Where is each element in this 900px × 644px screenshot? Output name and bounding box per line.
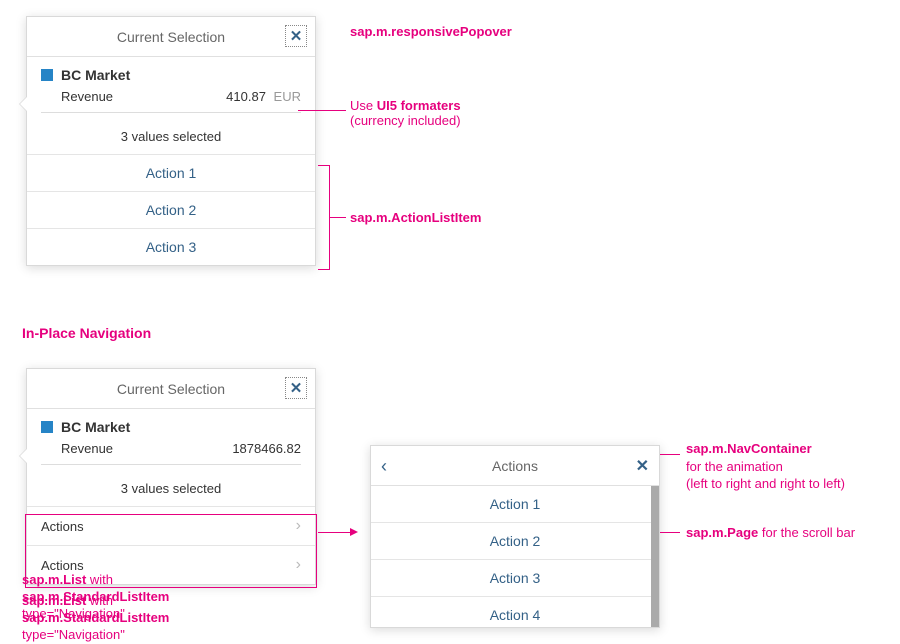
scrollbar[interactable] [651, 486, 659, 627]
action-list-item[interactable]: Action 4 [371, 597, 659, 627]
annotation-text: for the animation [686, 459, 783, 474]
popover-pointer [20, 449, 27, 463]
connector-arrow-line [318, 532, 350, 533]
annotation-text: type="Navigation" [22, 627, 125, 642]
annotation-text: sap.m.ActionListItem [350, 210, 481, 225]
revenue-currency: EUR [274, 89, 301, 104]
chevron-right-icon: › [296, 556, 301, 574]
market-name: BC Market [61, 419, 130, 435]
nav-list-item[interactable]: Actions › [27, 507, 315, 546]
action-list-item[interactable]: Action 2 [371, 523, 659, 560]
connector-line [330, 217, 346, 218]
popover-current-selection-2: Current Selection ✕ BC Market Revenue 18… [26, 368, 316, 585]
annotation-text: sap.m.NavContainer [686, 441, 812, 456]
popover-content: BC Market Revenue 410.87 EUR [27, 57, 315, 119]
values-selected: 3 values selected [27, 119, 315, 155]
annotation-text: sap.m.StandardListItem [22, 589, 169, 604]
legend-color-icon [41, 421, 53, 433]
market-name: BC Market [61, 67, 130, 83]
arrowhead-icon [350, 528, 358, 536]
close-icon[interactable]: ✕ [285, 25, 307, 47]
annotation-nav-container: sap.m.NavContainer for the animation (le… [686, 440, 845, 493]
annotation-page-scroll: sap.m.Page for the scroll bar [686, 525, 855, 540]
popover-pointer [20, 97, 27, 111]
connector-line [660, 532, 680, 533]
close-icon[interactable]: ✕ [636, 456, 649, 476]
popover-title: Current Selection [117, 29, 225, 45]
annotation-list: sap.m.List with sap.m.StandardListItem t… [22, 572, 169, 623]
actions-header: ‹ Actions ✕ [371, 446, 659, 486]
revenue-row: Revenue 1878466.82 [41, 435, 301, 465]
revenue-value: 410.87 [226, 89, 266, 104]
annotation-bracket [318, 165, 330, 270]
annotation-action-list-item: sap.m.ActionListItem [350, 210, 481, 225]
action-list-item[interactable]: Action 1 [27, 155, 315, 192]
values-selected: 3 values selected [27, 471, 315, 507]
action-list-item[interactable]: Action 3 [371, 560, 659, 597]
section-heading-in-place: In-Place Navigation [22, 325, 151, 341]
legend-color-icon [41, 69, 53, 81]
annotation-text: Use [350, 98, 377, 113]
actions-title: Actions [492, 458, 538, 474]
popover-header: Current Selection ✕ [27, 369, 315, 409]
action-list-item[interactable]: Action 2 [27, 192, 315, 229]
annotation-text-bold: UI5 formaters [377, 98, 461, 113]
connector-line [660, 454, 680, 455]
popover-title: Current Selection [117, 381, 225, 397]
annotation-text: (currency included) [350, 113, 461, 128]
close-icon[interactable]: ✕ [285, 377, 307, 399]
actions-body: Action 1 Action 2 Action 3 Action 4 [371, 486, 659, 627]
annotation-text: type="Navigation" [22, 606, 125, 621]
actions-page-popover: ‹ Actions ✕ Action 1 Action 2 Action 3 A… [370, 445, 660, 628]
chevron-right-icon: › [296, 517, 301, 535]
annotation-text: sap.m.List [22, 572, 86, 587]
market-row: BC Market [41, 419, 301, 435]
annotation-text: with [86, 572, 113, 587]
annotation-text: for the scroll bar [758, 525, 855, 540]
annotation-responsive-popover: sap.m.responsivePopover [350, 24, 512, 39]
nav-item-label: Actions [41, 558, 84, 573]
revenue-label: Revenue [61, 89, 113, 104]
revenue-label: Revenue [61, 441, 113, 456]
action-list-item[interactable]: Action 1 [371, 486, 659, 523]
annotation-text: (left to right and right to left) [686, 476, 845, 491]
revenue-value: 1878466.82 [232, 441, 301, 456]
popover-header: Current Selection ✕ [27, 17, 315, 57]
connector-line [298, 110, 346, 111]
annotation-text: sap.m.responsivePopover [350, 24, 512, 39]
popover-current-selection-1: Current Selection ✕ BC Market Revenue 41… [26, 16, 316, 266]
revenue-row: Revenue 410.87 EUR [41, 83, 301, 113]
popover-content: BC Market Revenue 1878466.82 [27, 409, 315, 471]
revenue-value-wrap: 410.87 EUR [226, 89, 301, 104]
back-icon[interactable]: ‹ [381, 456, 387, 477]
annotation-formatters: Use UI5 formaters (currency included) [350, 98, 461, 128]
annotation-text: sap.m.Page [686, 525, 758, 540]
action-list-item[interactable]: Action 3 [27, 229, 315, 265]
market-row: BC Market [41, 67, 301, 83]
nav-item-label: Actions [41, 519, 84, 534]
